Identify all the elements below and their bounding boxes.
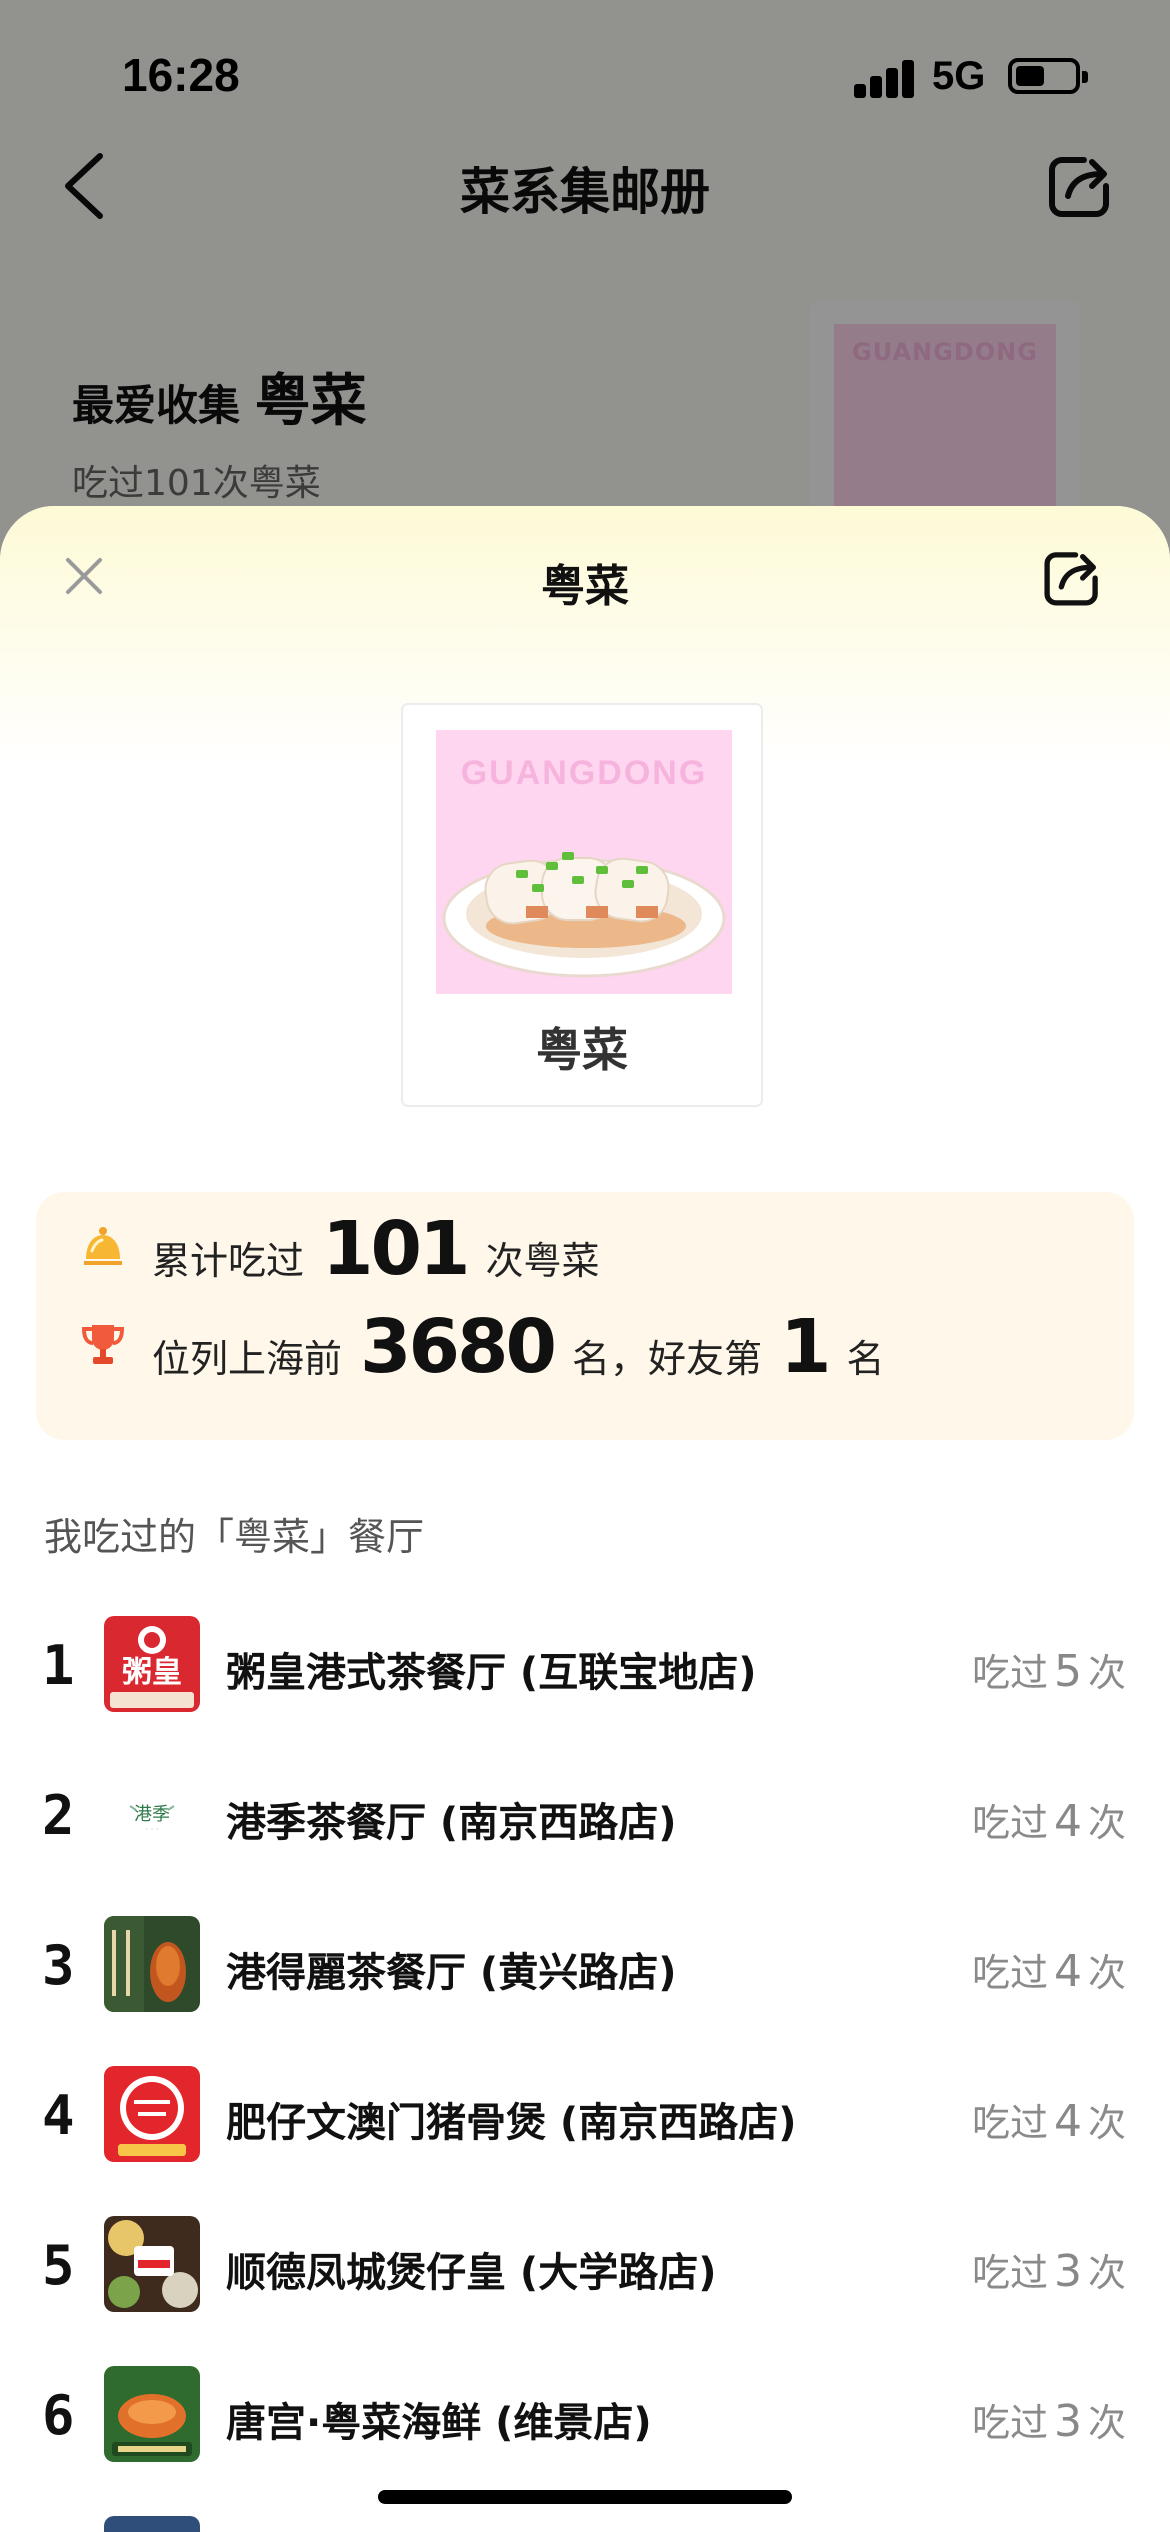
feizaiwen-logo [104, 2066, 200, 2162]
ranking-row: 位列上海前 3680 名，好友第 1 名 [78, 1304, 885, 1390]
rice-roll-illustration: GUANGDONG [436, 730, 732, 994]
stamp-name: 粤菜 [536, 1023, 628, 1077]
svg-text:· · ·: · · · [146, 1825, 159, 1834]
friend-rank: 1 [780, 1304, 831, 1390]
trophy-icon [81, 1325, 125, 1364]
zhouhuang-logo: 粥皇 [104, 1616, 200, 1712]
restaurant-row[interactable]: 6 唐宫·粤菜海鲜 (维景店) 吃过 3 次 [0, 2366, 1170, 2466]
rank-number: 1 [42, 1634, 75, 1697]
rank-number: 6 [42, 2384, 75, 2447]
restaurant-name: 唐宫·粤菜海鲜 (维景店) [226, 2400, 652, 2446]
restaurant-name: 港得麗茶餐厅 (黄兴路店) [226, 1950, 677, 1996]
stats-card: 累计吃过 101 次粤菜 位列上海前 3680 名，好友第 1 名 [36, 1192, 1134, 1440]
sheet-title: 粤菜 [541, 561, 629, 612]
svg-text:粥皇: 粥皇 [122, 1655, 182, 1690]
visit-count: 吃过 5 次 [971, 1646, 1126, 1697]
restaurant-row[interactable]: 2 港季 · · · 港季茶餐厅 (南京西路店) 吃过 4 次 [0, 1766, 1170, 1866]
dining-bell-icon [84, 1227, 122, 1265]
shunde-logo [104, 2216, 200, 2312]
rank-number: 3 [42, 1934, 75, 1997]
visit-count: 吃过 4 次 [971, 1946, 1126, 1997]
rank-number: 2 [42, 1784, 75, 1847]
restaurant-name: 港季茶餐厅 (南京西路店) [226, 1800, 677, 1846]
visit-count: 吃过 4 次 [971, 1796, 1126, 1847]
restaurant-name: 粥皇港式茶餐厅 (互联宝地店) [226, 1650, 757, 1696]
cuisine-stamp: GUANGDONG 粤菜 [398, 700, 766, 1110]
share-icon[interactable] [1040, 546, 1104, 610]
rank-number: 5 [42, 2234, 75, 2297]
city-rank: 3680 [360, 1304, 557, 1390]
home-indicator[interactable] [378, 2490, 792, 2504]
restaurant-row[interactable]: 1 粥皇 粥皇港式茶餐厅 (互联宝地店) 吃过 5 次 [0, 1616, 1170, 1716]
gangji-logo: 港季 · · · [104, 1766, 200, 1862]
total-count: 101 [322, 1206, 470, 1292]
gangdeli-logo [104, 1916, 200, 2012]
section-title: 我吃过的「粤菜」餐厅 [44, 1515, 425, 1559]
visit-count: 吃过 3 次 [971, 2246, 1126, 2297]
modal-overlay[interactable] [0, 0, 1170, 560]
visit-count: 吃过 3 次 [971, 2396, 1126, 2447]
total-eaten-row: 累计吃过 101 次粤菜 [78, 1206, 600, 1292]
restaurant-row[interactable]: 5 顺德凤城煲仔皇 (大学路店) 吃过 3 次 [0, 2216, 1170, 2316]
restaurant-name: 顺德凤城煲仔皇 (大学路店) [226, 2250, 717, 2296]
next-restaurant-logo [104, 2516, 200, 2532]
restaurant-row[interactable]: 3 港得麗茶餐厅 (黄兴路店) 吃过 4 次 [0, 1916, 1170, 2016]
restaurant-name: 肥仔文澳门猪骨煲 (南京西路店) [226, 2100, 797, 2146]
tanggong-logo [104, 2366, 200, 2462]
svg-text:港季: 港季 [134, 1804, 170, 1825]
cuisine-sheet: 粤菜 GUANGDONG 粤菜 累计吃过 101 次粤菜 位列上海前 3680 … [0, 506, 1170, 2532]
visit-count: 吃过 4 次 [971, 2096, 1126, 2147]
rank-number: 4 [42, 2084, 75, 2147]
restaurant-row[interactable]: 4 肥仔文澳门猪骨煲 (南京西路店) 吃过 4 次 [0, 2066, 1170, 2166]
